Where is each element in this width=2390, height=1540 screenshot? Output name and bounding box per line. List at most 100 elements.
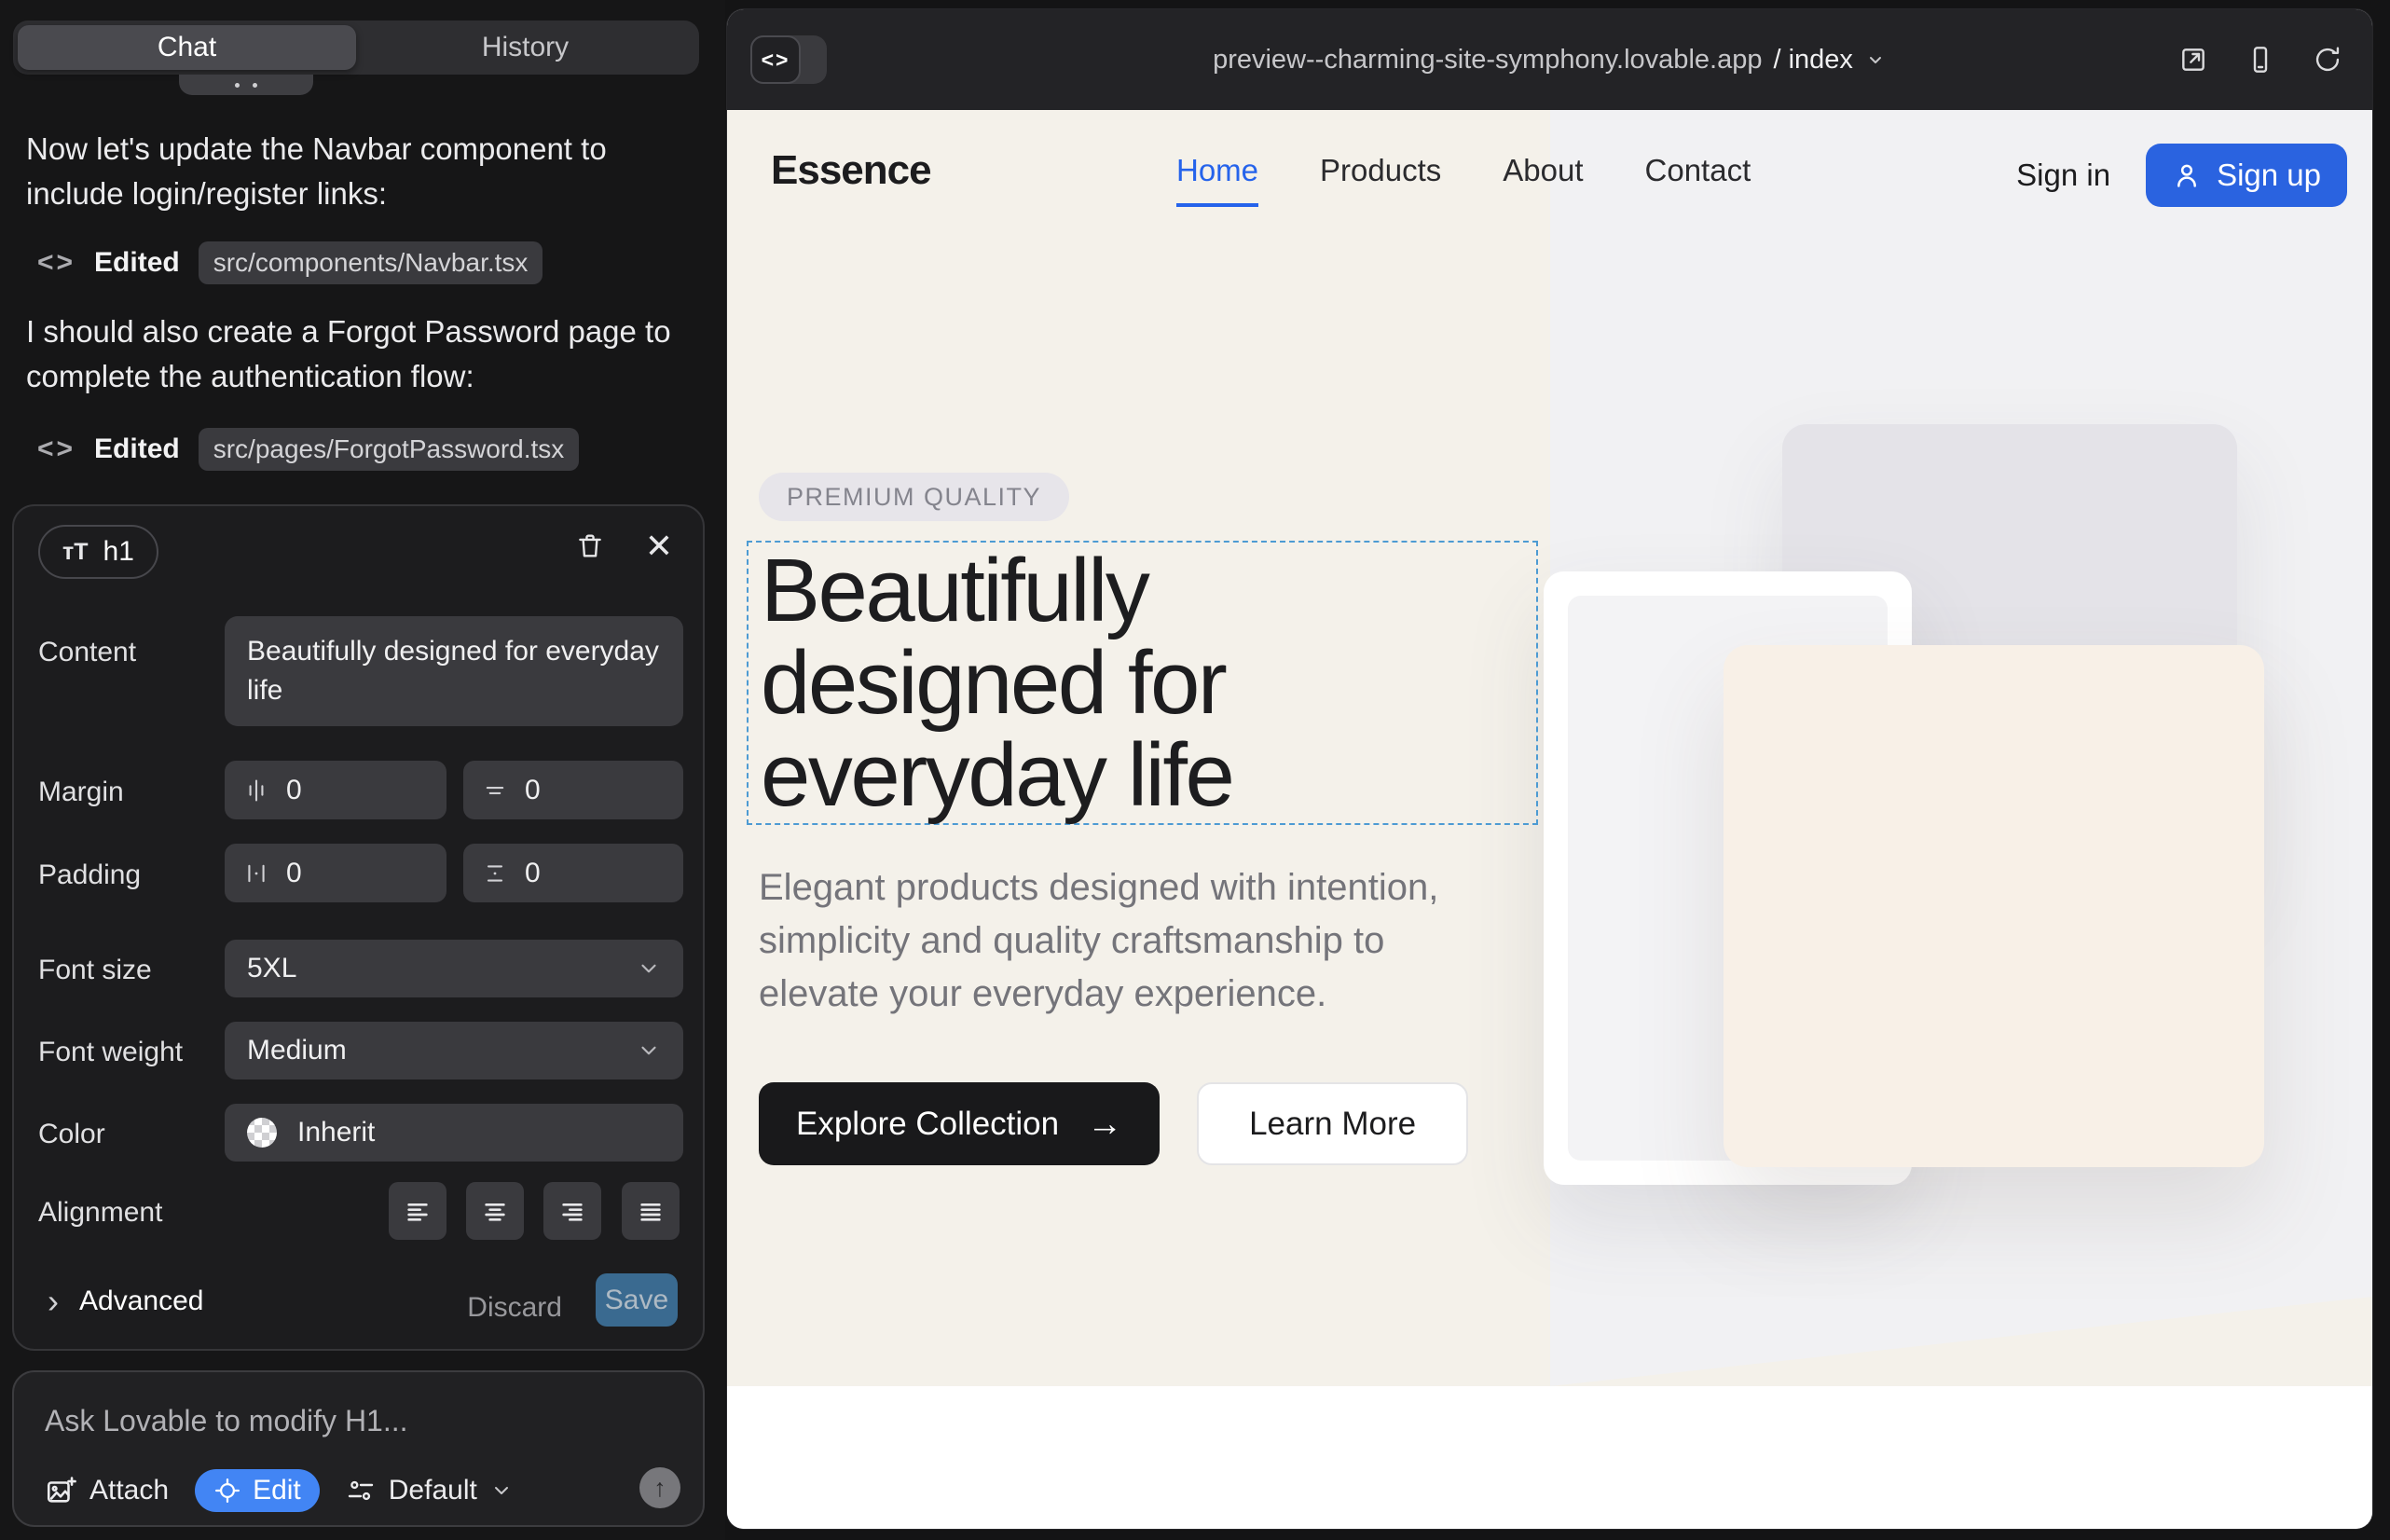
align-center-icon: [480, 1196, 510, 1226]
hero-paragraph-line: Elegant products designed with intention…: [759, 861, 1438, 914]
mode-label: Default: [389, 1475, 477, 1506]
edited-label: Edited: [94, 247, 180, 279]
hero-heading-line: everyday life: [761, 729, 1232, 821]
color-select[interactable]: Inherit: [225, 1104, 683, 1162]
attach-label: Attach: [89, 1475, 169, 1506]
premium-badge: PREMIUM QUALITY: [759, 473, 1069, 521]
close-icon: ✕: [645, 527, 673, 565]
arrow-up-icon: ↑: [653, 1474, 666, 1503]
nav-link-contact[interactable]: Contact: [1645, 153, 1751, 207]
file-chip[interactable]: src/components/Navbar.tsx: [199, 241, 543, 284]
align-justify-icon: [636, 1196, 666, 1226]
chevron-down-icon: [1864, 48, 1887, 71]
preview-toolbar: <> preview--charming-site-symphony.lovab…: [727, 9, 2372, 110]
send-button[interactable]: ↑: [639, 1467, 680, 1508]
url-path: / index: [1773, 45, 1852, 76]
code-icon: <>: [37, 247, 76, 279]
explore-collection-button[interactable]: Explore Collection →: [759, 1082, 1160, 1165]
discard-button[interactable]: Discard: [467, 1292, 562, 1324]
padding-y-value: 0: [525, 858, 541, 889]
padding-vertical-icon: [482, 860, 508, 887]
mobile-view-button[interactable]: [2246, 45, 2275, 75]
color-label: Color: [38, 1119, 105, 1150]
sliders-icon: [346, 1476, 376, 1506]
save-button[interactable]: Save: [596, 1273, 678, 1327]
advanced-toggle[interactable]: › Advanced: [48, 1286, 203, 1317]
align-right-icon: [557, 1196, 587, 1226]
url-bar[interactable]: preview--charming-site-symphony.lovable.…: [727, 9, 2372, 110]
align-left-button[interactable]: [389, 1182, 446, 1240]
preview-actions: [2178, 9, 2342, 110]
align-center-button[interactable]: [466, 1182, 524, 1240]
open-external-icon: [2178, 45, 2208, 75]
tab-history[interactable]: History: [356, 25, 694, 70]
margin-vertical-icon: [482, 777, 508, 804]
chevron-down-icon: [637, 1038, 661, 1063]
crosshair-icon: [213, 1477, 241, 1505]
padding-label: Padding: [38, 859, 141, 891]
edited-label: Edited: [94, 433, 180, 465]
preview-frame: <> preview--charming-site-symphony.lovab…: [727, 9, 2372, 1529]
edit-mode-button[interactable]: Edit: [195, 1469, 320, 1512]
refresh-button[interactable]: [2313, 45, 2342, 75]
chat-message: Now let's update the Navbar component to…: [26, 127, 694, 216]
color-value: Inherit: [297, 1117, 375, 1148]
nav-link-home[interactable]: Home: [1176, 153, 1258, 207]
chat-message: I should also create a Forgot Password p…: [26, 309, 694, 399]
padding-horizontal-icon: [243, 860, 269, 887]
alignment-label: Alignment: [38, 1197, 162, 1229]
url-host: preview--charming-site-symphony.lovable.…: [1213, 45, 1762, 76]
content-input[interactable]: Beautifully designed for everyday life: [225, 616, 683, 726]
site-nav: Home Products About Contact: [1176, 153, 1751, 207]
margin-y-value: 0: [525, 775, 541, 806]
mobile-phone-icon: [2246, 45, 2275, 75]
sign-in-link[interactable]: Sign in: [2016, 158, 2110, 193]
align-right-button[interactable]: [543, 1182, 601, 1240]
composer-input[interactable]: Ask Lovable to modify H1...: [45, 1404, 408, 1438]
site-logo[interactable]: Essence: [771, 147, 931, 194]
edited-file-row: <> Edited src/pages/ForgotPassword.tsx: [37, 427, 579, 472]
nav-link-products[interactable]: Products: [1320, 153, 1441, 207]
chat-panel: Chat History Now let's update the Navbar…: [0, 0, 725, 1540]
align-justify-button[interactable]: [622, 1182, 680, 1240]
nav-link-about[interactable]: About: [1503, 153, 1583, 207]
sign-up-label: Sign up: [2217, 158, 2321, 193]
close-editor-button[interactable]: ✕: [645, 527, 673, 566]
sign-up-button[interactable]: Sign up: [2146, 144, 2347, 207]
hero-heading[interactable]: Beautifully designed for everyday life: [761, 544, 1232, 821]
padding-y-input[interactable]: 0: [463, 844, 683, 902]
user-icon: [2172, 160, 2202, 190]
font-size-select[interactable]: 5XL: [225, 940, 683, 997]
font-weight-select[interactable]: Medium: [225, 1022, 683, 1079]
hero-paragraph: Elegant products designed with intention…: [759, 861, 1438, 1021]
composer-toolbar: Attach Edit Default: [45, 1469, 513, 1512]
margin-x-input[interactable]: 0: [225, 761, 446, 819]
site-navbar: Essence Home Products About Contact Sign…: [727, 110, 2372, 241]
edited-file-row: <> Edited src/components/Navbar.tsx: [37, 241, 543, 285]
font-size-label: Font size: [38, 955, 152, 986]
auth-actions: Sign in Sign up: [2016, 144, 2347, 207]
edit-label: Edit: [253, 1475, 301, 1506]
file-chip[interactable]: src/pages/ForgotPassword.tsx: [199, 428, 580, 471]
element-tag: h1: [103, 536, 134, 568]
arrow-right-icon: →: [1087, 1107, 1122, 1142]
hero-cta-row: Explore Collection → Learn More: [759, 1082, 1468, 1165]
margin-y-input[interactable]: 0: [463, 761, 683, 819]
peek-dot: [235, 83, 240, 88]
learn-more-button[interactable]: Learn More: [1197, 1082, 1468, 1165]
tab-bar: Chat History: [13, 21, 699, 75]
attach-button[interactable]: Attach: [45, 1475, 169, 1506]
trash-icon: [574, 530, 606, 562]
hero-paragraph-line: simplicity and quality craftsmanship to: [759, 914, 1438, 968]
element-tag-pill[interactable]: тT h1: [38, 525, 158, 579]
font-size-value: 5XL: [247, 953, 296, 984]
padding-x-input[interactable]: 0: [225, 844, 446, 902]
site-viewport: Essence Home Products About Contact Sign…: [727, 110, 2372, 1529]
tab-chat[interactable]: Chat: [18, 25, 356, 70]
open-in-new-tab-button[interactable]: [2178, 45, 2208, 75]
mode-select[interactable]: Default: [346, 1475, 513, 1506]
chevron-down-icon: [490, 1479, 513, 1502]
padding-x-value: 0: [286, 858, 302, 889]
hero-heading-line: designed for: [761, 637, 1232, 729]
delete-element-button[interactable]: [574, 530, 606, 562]
